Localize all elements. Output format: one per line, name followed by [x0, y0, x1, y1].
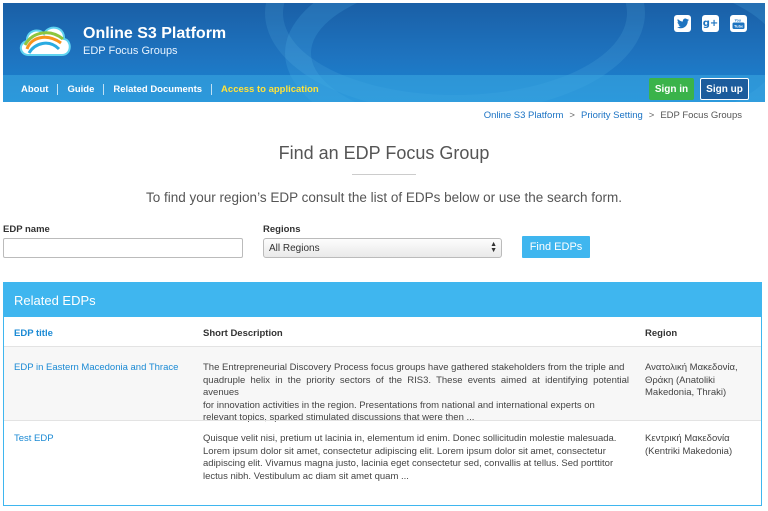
intro-text: To find your region’s EDP consult the li… [146, 190, 622, 205]
panel-title: Related EDPs [4, 283, 761, 317]
google-plus-icon[interactable]: g+ [702, 15, 719, 32]
edp-region: Κεντρική Μακεδονία (Kentriki Makedonia) [645, 433, 750, 458]
page-title: Find an EDP Focus Group [278, 143, 490, 163]
description-line: relevant topics, sparked stimulated disc… [203, 412, 475, 424]
description-line: quadruple helix in the priority sectors … [203, 374, 629, 399]
select-arrows-icon: ▲ ▼ [490, 241, 497, 254]
description-line: lectus nibh. Vestibulum ac diam sit amet… [203, 470, 409, 482]
breadcrumb-home[interactable]: Online S3 Platform [484, 110, 564, 121]
nav-about[interactable]: About [21, 84, 57, 95]
svg-text:Tube: Tube [734, 23, 744, 28]
column-header-region: Region [645, 328, 678, 339]
site-title[interactable]: Online S3 Platform [83, 25, 226, 43]
region-line: Κεντρική Μακεδονία [645, 433, 730, 444]
signin-button[interactable]: Sign in [649, 78, 694, 100]
edp-name-label: EDP name [3, 224, 50, 235]
edp-description: Quisque velit nisi, pretium ut lacinia i… [203, 433, 629, 483]
column-header-description: Short Description [203, 328, 283, 339]
regions-label: Regions [263, 224, 301, 235]
svg-text:You: You [735, 18, 741, 22]
description-line: Lorem ipsum dolor sit amet, consectetur … [203, 445, 606, 457]
site-subtitle: EDP Focus Groups [83, 45, 178, 57]
youtube-icon[interactable]: Tube You [730, 15, 747, 32]
column-header-title[interactable]: EDP title [14, 328, 53, 339]
site-header: Online S3 Platform EDP Focus Groups g+ T… [3, 3, 765, 102]
edp-title-link[interactable]: Test EDP [14, 433, 54, 444]
region-line: Ανατολική Μακεδονία, [645, 362, 738, 373]
edp-title-link[interactable]: EDP in Eastern Macedonia and Thrace [14, 362, 178, 373]
row-divider [4, 420, 761, 421]
breadcrumb-priority-setting[interactable]: Priority Setting [581, 110, 643, 121]
nav-access-application[interactable]: Access to application [211, 84, 328, 95]
signup-button[interactable]: Sign up [700, 78, 749, 100]
related-edps-panel: Related EDPs EDP title Short Description… [3, 282, 762, 506]
main-nav: About Guide Related Documents Access to … [21, 84, 328, 95]
region-line: Makedonia, Thraki) [645, 387, 727, 399]
edp-name-input[interactable] [3, 238, 243, 258]
region-line: Θράκη (Anatoliki [645, 374, 716, 386]
region-line: (Kentriki Makedonia) [645, 445, 733, 457]
nav-related-documents[interactable]: Related Documents [103, 84, 211, 95]
cloud-logo-icon[interactable] [17, 19, 73, 61]
regions-selected-value: All Regions [269, 242, 320, 254]
description-line: adipiscing elit. Vivamus magna justo, la… [203, 458, 614, 470]
edp-region: Ανατολική Μακεδονία, Θράκη (Anatoliki Ma… [645, 362, 750, 400]
find-edps-button[interactable]: Find EDPs [522, 236, 590, 258]
twitter-icon[interactable] [674, 15, 691, 32]
regions-select[interactable]: All Regions ▲ ▼ [263, 238, 502, 258]
breadcrumb-separator: > [648, 110, 655, 121]
breadcrumb: Online S3 Platform > Priority Setting > … [484, 110, 742, 121]
description-line: Quisque velit nisi, pretium ut lacinia i… [203, 433, 617, 444]
title-divider [352, 174, 416, 175]
breadcrumb-separator: > [569, 110, 575, 121]
description-line: The Entrepreneurial Discovery Process fo… [203, 362, 625, 373]
breadcrumb-current: EDP Focus Groups [660, 110, 742, 121]
nav-guide[interactable]: Guide [57, 84, 103, 95]
edp-description: The Entrepreneurial Discovery Process fo… [203, 362, 629, 425]
description-line: for innovation activities in the region.… [203, 399, 595, 411]
